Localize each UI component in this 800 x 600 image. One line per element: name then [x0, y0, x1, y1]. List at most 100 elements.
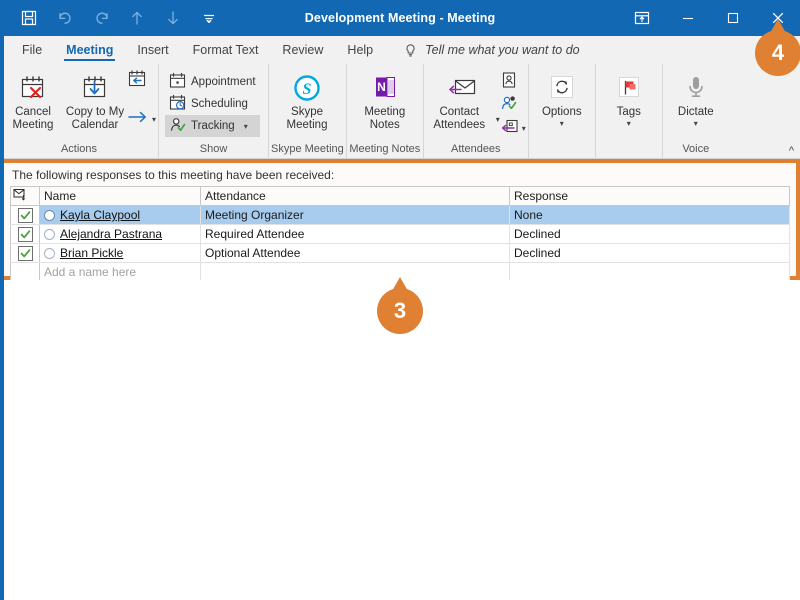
- tracking-dropdown-caret-icon[interactable]: ▾: [244, 122, 248, 131]
- row-name-cell[interactable]: Brian Pickle: [39, 243, 201, 263]
- row-attendance-cell[interactable]: Required Attendee: [200, 224, 510, 244]
- presence-indicator-icon: [44, 247, 55, 259]
- next-item-icon[interactable]: [162, 6, 184, 30]
- add-a-name-placeholder[interactable]: Add a name here: [44, 265, 136, 279]
- tags-button[interactable]: Tags ▾: [598, 68, 660, 128]
- row-attendance-cell[interactable]: Meeting Organizer: [200, 205, 510, 225]
- attendee-name[interactable]: Alejandra Pastrana: [60, 227, 162, 241]
- appointment-button[interactable]: Appointment: [165, 71, 260, 93]
- tags-dropdown-caret-icon[interactable]: ▾: [627, 120, 631, 128]
- dictate-button[interactable]: Dictate ▾: [665, 68, 727, 128]
- meeting-notes-label: Meeting Notes: [364, 106, 406, 131]
- skype-icon: S: [292, 72, 322, 104]
- checkbox-checked-icon[interactable]: [17, 245, 33, 261]
- calendar-copy-icon: [80, 72, 110, 104]
- tell-me-search[interactable]: Tell me what you want to do: [403, 36, 580, 64]
- appointment-icon: [169, 72, 186, 92]
- scheduling-label: Scheduling: [191, 98, 248, 110]
- collapse-ribbon-icon[interactable]: ^: [789, 145, 794, 157]
- ribbon-group-label-options: [531, 142, 593, 159]
- response-options-dropdown-caret-icon[interactable]: ▾: [522, 124, 526, 133]
- table-header-row: Name Attendance Response: [10, 186, 790, 206]
- minimize-button[interactable]: [665, 0, 710, 36]
- tab-review[interactable]: Review: [270, 36, 335, 64]
- tracking-button[interactable]: Tracking ▾: [165, 115, 260, 137]
- checkbox-checked-icon[interactable]: [17, 207, 33, 223]
- appointment-label: Appointment: [191, 76, 256, 88]
- redo-icon[interactable]: [90, 6, 112, 30]
- row-response-cell[interactable]: None: [509, 205, 790, 225]
- ribbon-group-show: Appointment Scheduling Tracking ▾ Show: [159, 64, 270, 159]
- new-row-name-cell[interactable]: Add a name here: [39, 262, 201, 282]
- presence-indicator-icon: [44, 228, 55, 240]
- table-row[interactable]: Alejandra Pastrana Required Attendee Dec…: [10, 224, 790, 244]
- forward-dropdown-caret-icon[interactable]: ▾: [152, 115, 156, 124]
- address-book-button[interactable]: [500, 71, 526, 93]
- window-left-accent-rail: [0, 36, 4, 600]
- checkbox-checked-icon[interactable]: [17, 226, 33, 242]
- row-checkbox-cell[interactable]: [10, 243, 40, 263]
- row-name-cell[interactable]: Kayla Claypool: [39, 205, 201, 225]
- title-bar: Development Meeting - Meeting: [0, 0, 800, 36]
- column-header-attendance[interactable]: Attendance: [200, 186, 510, 206]
- new-row-response-cell[interactable]: [509, 262, 790, 282]
- envelope-sort-icon: [13, 189, 27, 204]
- response-options-button[interactable]: ▾: [500, 117, 526, 139]
- forward-button[interactable]: ▾: [126, 108, 156, 130]
- svg-text:S: S: [303, 81, 312, 98]
- calendar-forward-button[interactable]: [126, 69, 156, 94]
- dictate-dropdown-caret-icon[interactable]: ▾: [694, 120, 698, 128]
- cancel-meeting-button[interactable]: Cancel Meeting: [2, 68, 64, 132]
- tell-me-label: Tell me what you want to do: [425, 43, 580, 57]
- row-checkbox-cell[interactable]: [10, 205, 40, 225]
- meeting-notes-button[interactable]: N Meeting Notes: [349, 68, 421, 132]
- tracking-icon: [169, 116, 186, 136]
- undo-icon[interactable]: [54, 6, 76, 30]
- outlook-meeting-window: Development Meeting - Meeting File Meeti…: [0, 0, 800, 600]
- copy-to-my-calendar-button[interactable]: Copy to My Calendar: [64, 68, 126, 132]
- options-dropdown-caret-icon[interactable]: ▾: [560, 120, 564, 128]
- new-row-checkbox-cell[interactable]: [10, 262, 40, 282]
- new-row-attendance-cell[interactable]: [200, 262, 510, 282]
- contact-attendees-button[interactable]: Contact Attendees ▾: [426, 68, 500, 132]
- ribbon-display-options-icon[interactable]: [619, 0, 665, 36]
- calendar-forward-icon: [126, 69, 148, 94]
- ribbon-group-actions: Cancel Meeting Copy to My Calendar ▾ Act…: [0, 64, 160, 159]
- ribbon-group-label-voice: Voice: [682, 143, 710, 155]
- save-icon[interactable]: [18, 6, 40, 30]
- tab-help[interactable]: Help: [335, 36, 385, 64]
- ribbon-group-skype-meeting: S Skype Meeting Skype Meeting: [269, 64, 347, 159]
- maximize-button[interactable]: [710, 0, 755, 36]
- check-names-button[interactable]: [500, 94, 526, 116]
- tab-file[interactable]: File: [10, 36, 54, 64]
- row-attendance-cell[interactable]: Optional Attendee: [200, 243, 510, 263]
- attendee-name[interactable]: Brian Pickle: [60, 246, 123, 260]
- options-button[interactable]: Options ▾: [531, 68, 593, 128]
- scheduling-button[interactable]: Scheduling: [165, 93, 260, 115]
- row-response-cell[interactable]: Declined: [509, 243, 790, 263]
- attendees-table: Name Attendance Response Kayla Claypool …: [10, 186, 790, 282]
- row-response-cell[interactable]: Declined: [509, 224, 790, 244]
- tab-format-text[interactable]: Format Text: [181, 36, 271, 64]
- row-name-cell[interactable]: Alejandra Pastrana: [39, 224, 201, 244]
- ribbon-group-label-skype-meeting: Skype Meeting: [271, 143, 344, 155]
- scheduling-icon: [169, 94, 186, 114]
- quick-access-toolbar: [0, 0, 220, 36]
- previous-item-icon[interactable]: [126, 6, 148, 30]
- column-header-name[interactable]: Name: [39, 186, 201, 206]
- table-row[interactable]: Brian Pickle Optional Attendee Declined: [10, 243, 790, 263]
- row-checkbox-cell[interactable]: [10, 224, 40, 244]
- tab-insert[interactable]: Insert: [125, 36, 180, 64]
- ribbon-group-label-attendees: Attendees: [451, 143, 501, 155]
- tab-meeting[interactable]: Meeting: [54, 36, 125, 64]
- skype-meeting-button[interactable]: S Skype Meeting: [271, 68, 343, 132]
- column-header-response[interactable]: Response: [509, 186, 790, 206]
- tags-flag-icon: [614, 72, 644, 104]
- microphone-icon: [681, 72, 711, 104]
- table-row[interactable]: Kayla Claypool Meeting Organizer None: [10, 205, 790, 225]
- ribbon-group-meeting-notes: N Meeting Notes Meeting Notes: [347, 64, 424, 159]
- options-label: Options: [541, 106, 582, 118]
- column-header-icon[interactable]: [10, 186, 40, 206]
- attendee-name[interactable]: Kayla Claypool: [60, 208, 140, 222]
- customize-quick-access-toolbar-icon[interactable]: [198, 6, 220, 30]
